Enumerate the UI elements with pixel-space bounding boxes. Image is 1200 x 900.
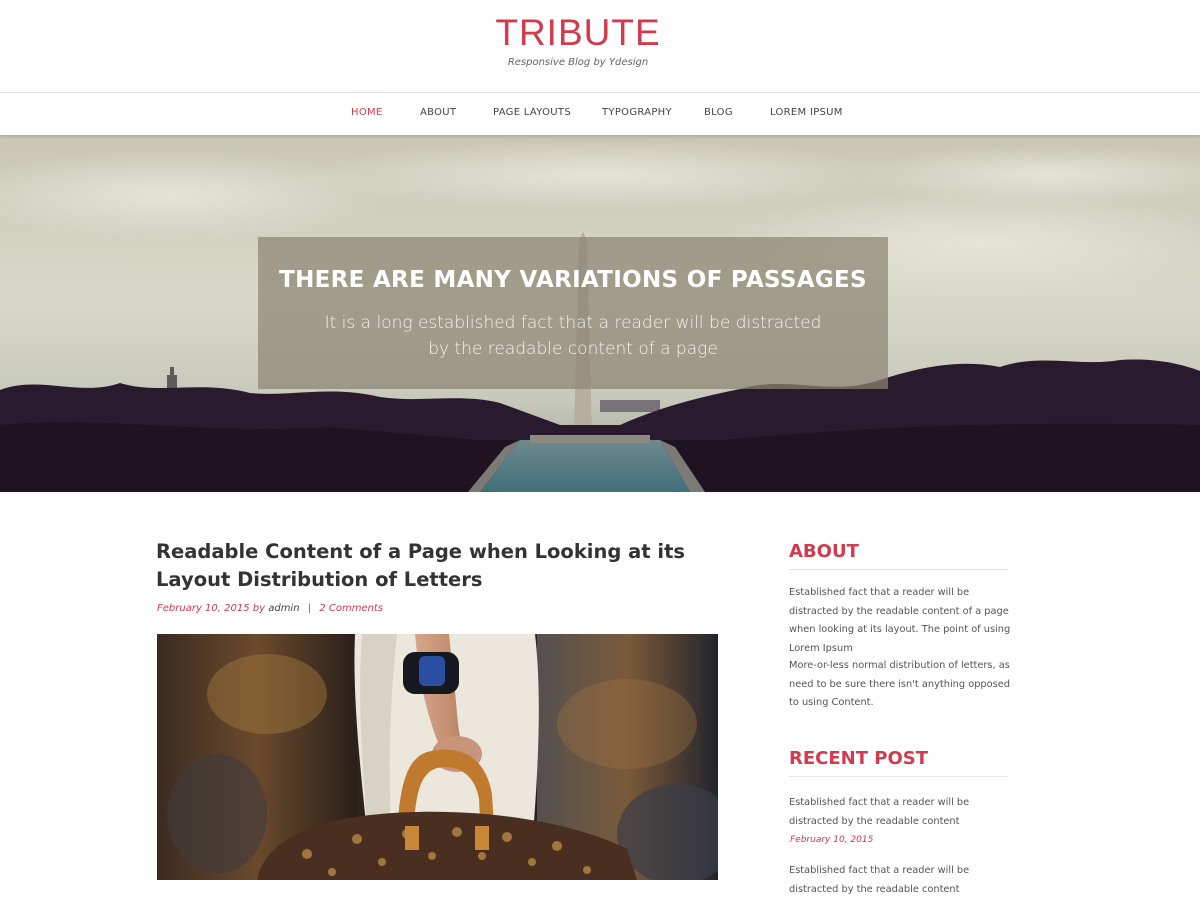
post-meta: February 10, 2015 by admin | 2 Comments [157, 603, 383, 614]
post-featured-image[interactable] [157, 634, 718, 880]
post-date[interactable]: February 10, 2015 [157, 603, 250, 614]
nav-item-lorem-ipsum[interactable]: LOREM IPSUM [770, 107, 843, 118]
nav-item-home[interactable]: HOME [351, 107, 383, 118]
about-widget-title: ABOUT [789, 541, 1008, 570]
meta-separator: | [307, 603, 312, 614]
recent-post-link[interactable]: Established fact that a reader will be d… [789, 794, 1011, 831]
nav-item-blog[interactable]: BLOG [704, 107, 733, 118]
hero-banner: THERE ARE MANY VARIATIONS OF PASSAGES It… [0, 135, 1200, 492]
handbag-photo [157, 634, 718, 880]
post-title[interactable]: Readable Content of a Page when Looking … [156, 538, 696, 594]
site-header: TRIBUTE Responsive Blog by Ydesign [0, 0, 1200, 93]
main-nav: HOME ABOUT PAGE LAYOUTS TYPOGRAPHY BLOG … [0, 93, 1200, 135]
about-paragraph-2: More-or-less normal distribution of lett… [789, 660, 1010, 708]
recent-post-widget-title: RECENT POST [789, 748, 1008, 777]
nav-item-page-layouts[interactable]: PAGE LAYOUTS [493, 107, 571, 118]
hero-heading: THERE ARE MANY VARIATIONS OF PASSAGES [279, 267, 867, 293]
site-title[interactable]: TRIBUTE [478, 12, 678, 54]
about-paragraph-1: Established fact that a reader will be d… [789, 587, 1011, 654]
recent-post-date: February 10, 2015 [790, 835, 874, 845]
hero-subtitle: It is a long established fact that a rea… [324, 313, 822, 359]
nav-item-about[interactable]: ABOUT [420, 107, 456, 118]
recent-post-link[interactable]: Established fact that a reader will be d… [789, 862, 1011, 899]
post-author[interactable]: admin [268, 603, 299, 614]
nav-item-typography[interactable]: TYPOGRAPHY [602, 107, 672, 118]
post-comments-link[interactable]: 2 Comments [319, 603, 383, 614]
site-tagline: Responsive Blog by Ydesign [507, 57, 649, 68]
post-by: by [252, 603, 266, 614]
hero-caption-box: THERE ARE MANY VARIATIONS OF PASSAGES It… [258, 237, 888, 389]
